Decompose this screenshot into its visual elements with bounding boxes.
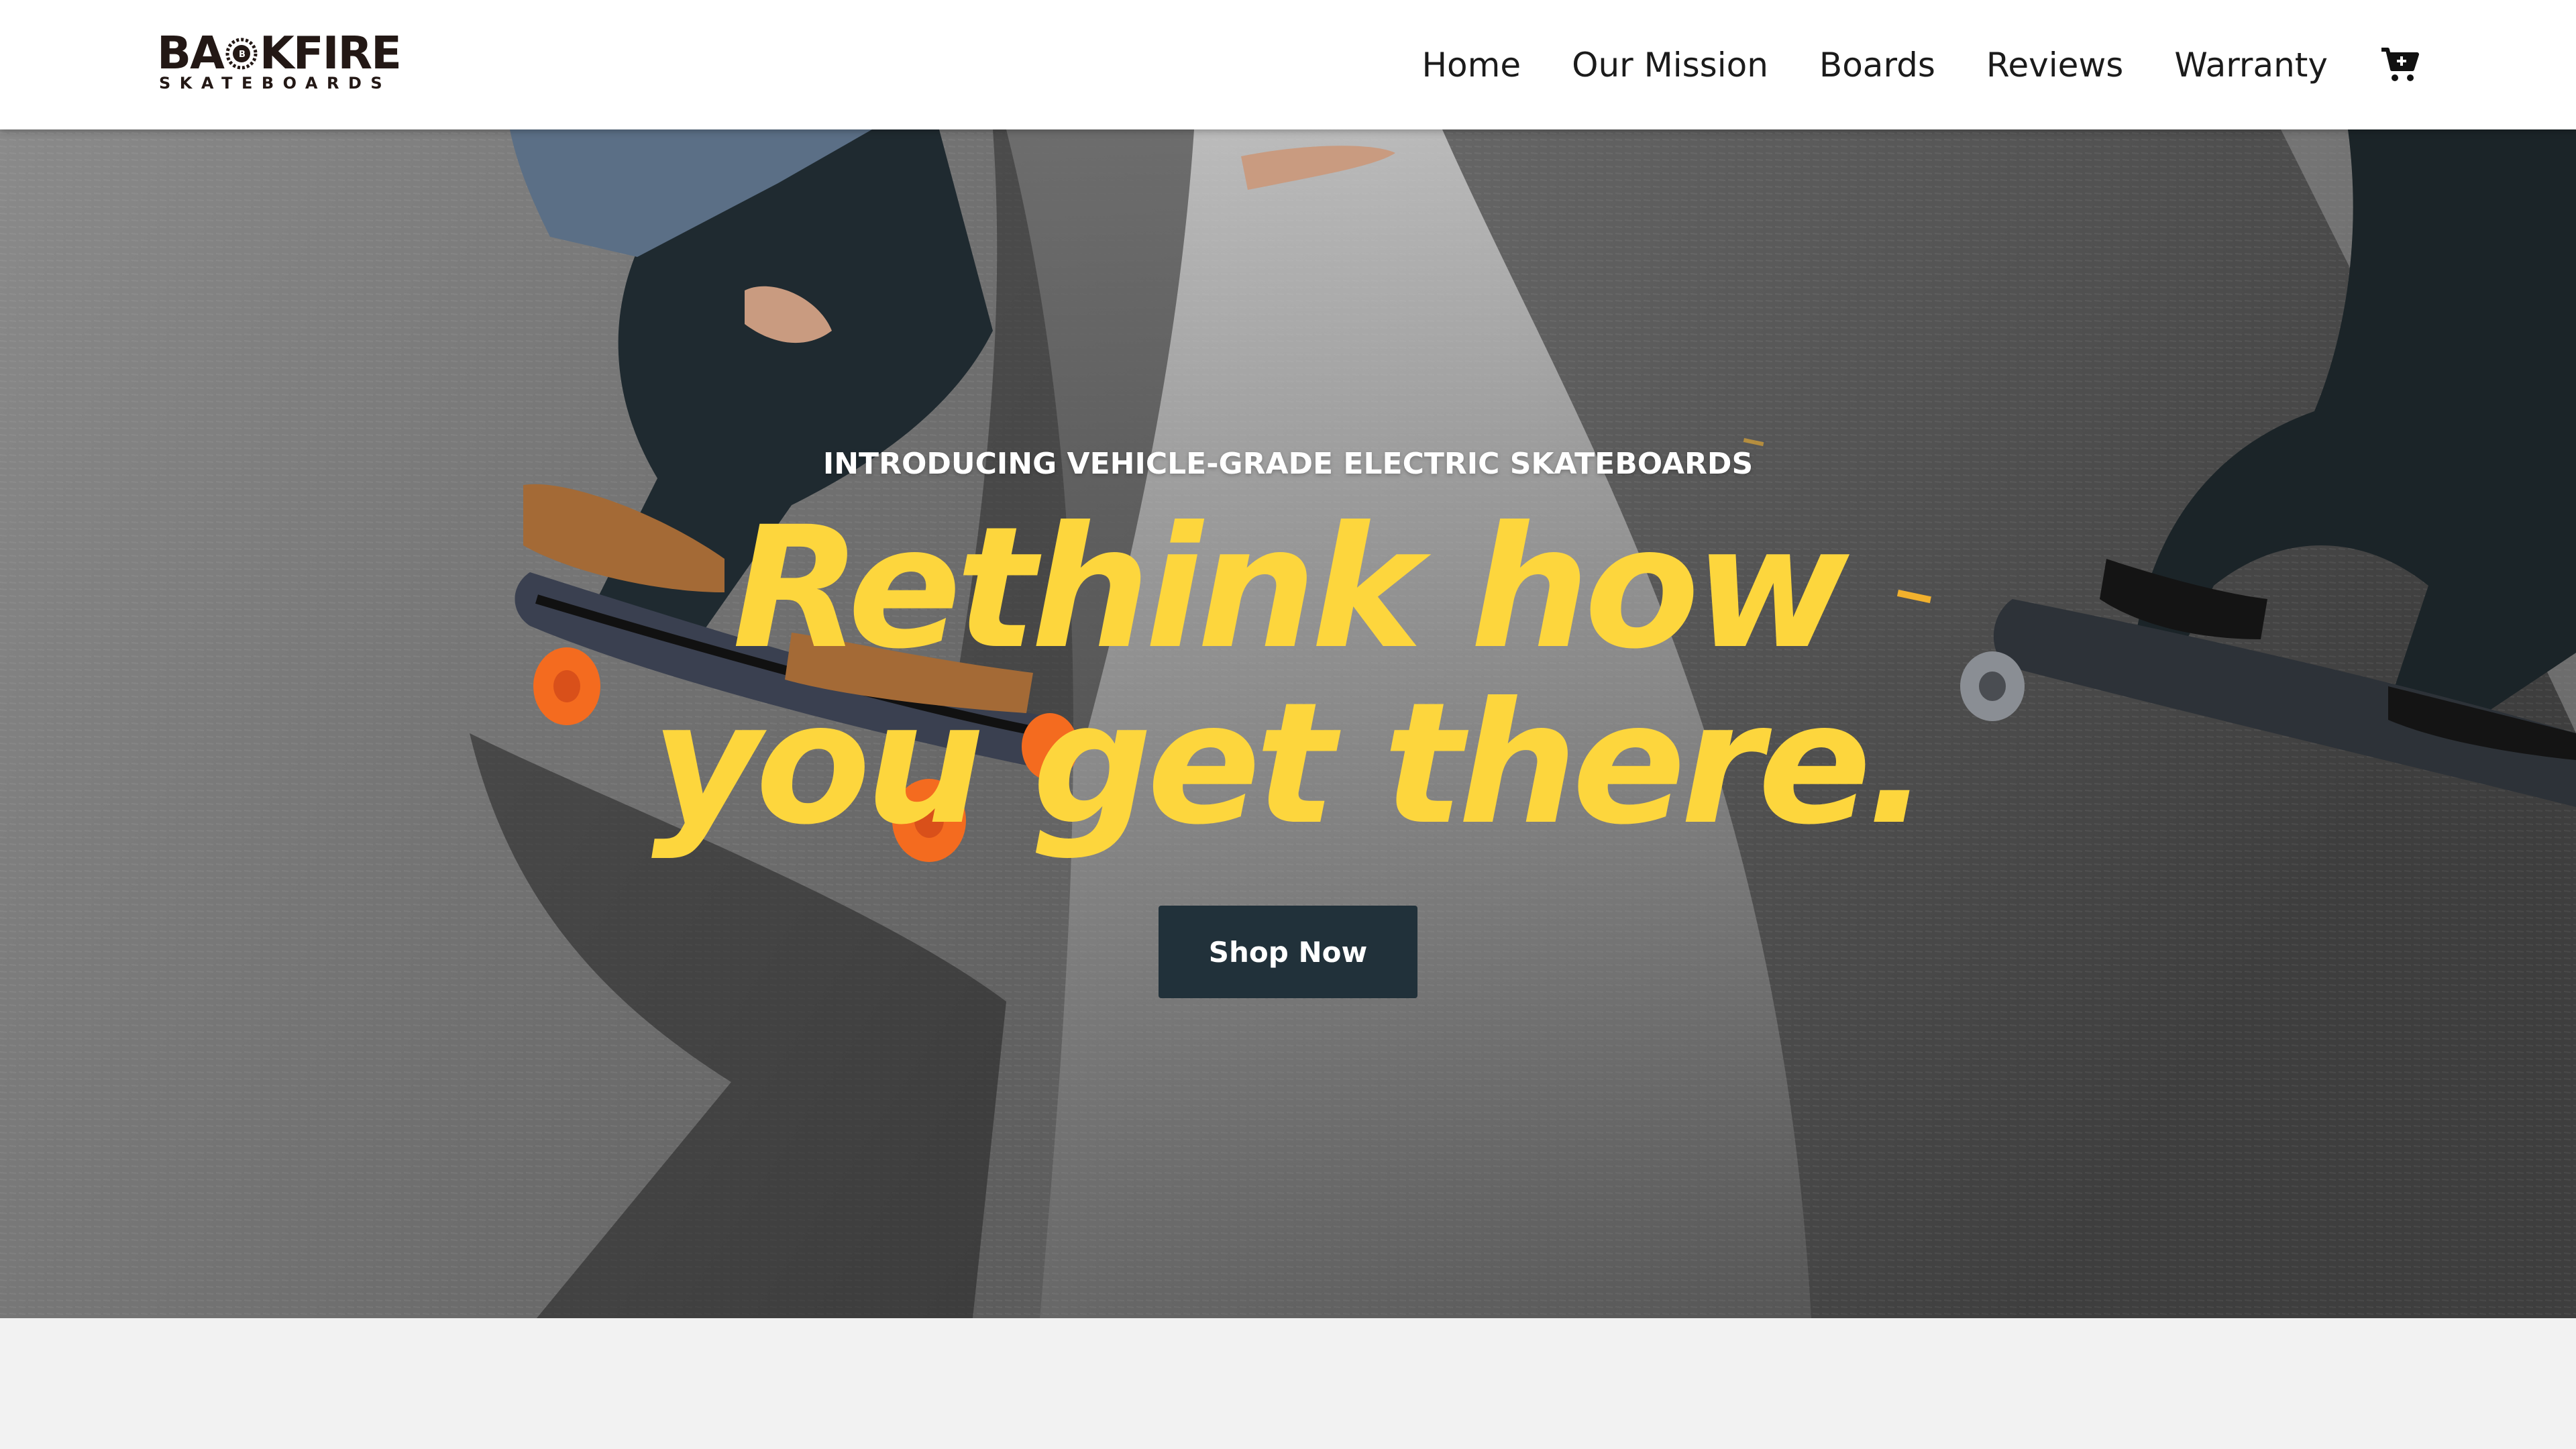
below-hero-section: [0, 1318, 2576, 1449]
backfire-logo[interactable]: BA B KFIRE SKATEBOARDS: [157, 31, 402, 95]
nav-home[interactable]: Home: [1421, 46, 1521, 85]
logo-wordmark: BA B KFIRE: [157, 27, 402, 79]
nav-reviews[interactable]: Reviews: [1986, 46, 2123, 85]
logo-subtitle: SKATEBOARDS: [159, 74, 392, 93]
hero-section: INTRODUCING VEHICLE-GRADE ELECTRIC SKATE…: [0, 129, 2576, 1318]
hero-headline: Rethink how you get there.: [0, 500, 2576, 852]
nav-boards[interactable]: Boards: [1819, 46, 1935, 85]
svg-text:B: B: [239, 50, 245, 60]
shopping-cart-icon: [2381, 47, 2419, 81]
nav-warranty[interactable]: Warranty: [2174, 46, 2328, 85]
shop-now-button[interactable]: Shop Now: [1159, 906, 1417, 998]
main-nav: Home Our Mission Boards Reviews Warranty: [1421, 0, 2576, 129]
hero-headline-line-2: you get there.: [651, 666, 1930, 861]
hero-content: INTRODUCING VEHICLE-GRADE ELECTRIC SKATE…: [0, 129, 2576, 1318]
hero-headline-line-1: Rethink how: [732, 490, 1849, 686]
logo-emblem-icon: B: [225, 38, 258, 69]
hero-eyebrow: INTRODUCING VEHICLE-GRADE ELECTRIC SKATE…: [822, 447, 1754, 481]
logo-word-right: KFIRE: [259, 27, 402, 79]
logo-word-left: BA: [157, 27, 225, 79]
nav-our-mission[interactable]: Our Mission: [1572, 46, 1768, 85]
cart-button[interactable]: [2379, 44, 2422, 87]
site-header: BA B KFIRE SKATEBOARDS Home Our Mission …: [0, 0, 2576, 129]
